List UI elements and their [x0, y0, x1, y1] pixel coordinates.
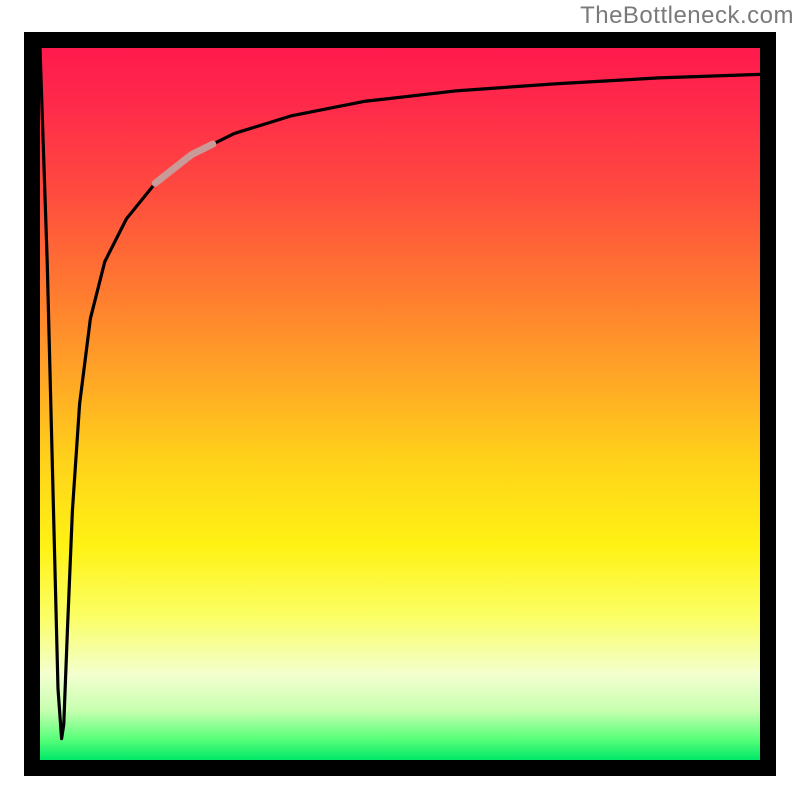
chart-container: TheBottleneck.com [0, 0, 800, 800]
curve-layer [40, 48, 760, 760]
watermark-text: TheBottleneck.com [580, 2, 794, 30]
highlight-segment-path [155, 144, 213, 183]
plot-frame [24, 32, 776, 776]
plot-area [40, 48, 760, 760]
bottleneck-curve-path [40, 48, 760, 739]
